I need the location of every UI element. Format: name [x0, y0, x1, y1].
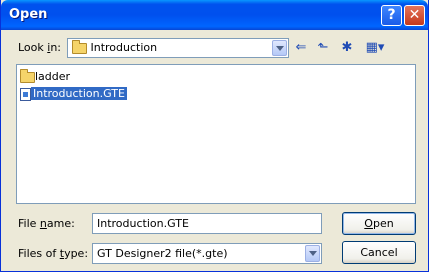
file-name: ladder — [35, 70, 71, 83]
list-item[interactable]: Introduction.GTE — [20, 87, 127, 101]
chevron-down-icon[interactable] — [305, 245, 320, 262]
help-icon: ? — [387, 7, 396, 23]
title-bar[interactable]: Open ? ✕ — [1, 0, 428, 30]
close-icon: ✕ — [408, 7, 421, 23]
file-name: Introduction.GTE — [31, 87, 127, 100]
open-button[interactable]: Open — [342, 212, 416, 235]
document-icon — [20, 87, 31, 101]
list-item[interactable]: ladder — [20, 68, 71, 84]
dialog-title: Open — [9, 7, 48, 22]
back-icon[interactable]: ⇐ — [292, 40, 310, 56]
file-type-label: Files of type: — [18, 247, 89, 260]
up-folder-icon[interactable]: ⬑ — [314, 40, 332, 56]
views-menu-icon[interactable]: ▦▾ — [362, 40, 388, 56]
look-in-dropdown[interactable]: Introduction — [67, 38, 289, 58]
folder-icon — [20, 68, 35, 83]
help-button[interactable]: ? — [381, 5, 402, 26]
chevron-down-icon[interactable] — [272, 40, 287, 56]
file-name-label: File name: — [18, 217, 75, 230]
file-list[interactable]: ladder Introduction.GTE — [16, 64, 416, 204]
folder-icon — [72, 39, 87, 54]
look-in-value: Introduction — [90, 41, 158, 54]
file-type-dropdown[interactable]: GT Designer2 file(*.gte) — [92, 243, 322, 264]
close-button[interactable]: ✕ — [404, 5, 425, 26]
open-dialog: Open ? ✕ Look in: Introduction ⇐ ⬑ ✱ ▦▾ … — [0, 0, 429, 272]
file-name-field[interactable]: Introduction.GTE — [92, 213, 322, 234]
look-in-label: Look in: — [18, 41, 62, 54]
new-folder-icon[interactable]: ✱ — [338, 40, 356, 56]
cancel-button[interactable]: Cancel — [342, 241, 416, 264]
